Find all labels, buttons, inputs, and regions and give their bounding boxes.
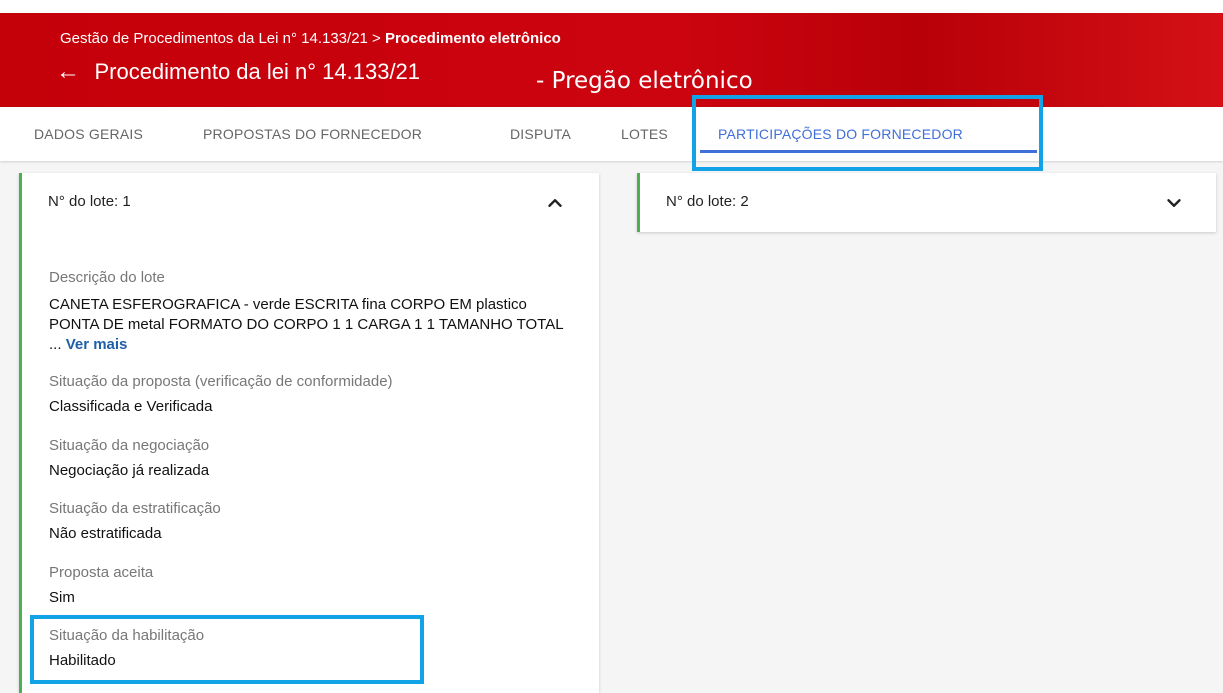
tab-dados-gerais[interactable]: DADOS GERAIS	[34, 107, 143, 161]
descricao-label: Descrição do lote	[49, 269, 165, 286]
app-header: Gestão de Procedimentos da Lei n° 14.133…	[0, 0, 1223, 107]
field-label: Proposta aceita	[49, 564, 154, 581]
field-label: Situação da estratificação	[49, 500, 221, 517]
field-value: Negociação já realizada	[49, 462, 210, 479]
ver-mais-link[interactable]: Ver mais	[66, 336, 128, 353]
page-title: Procedimento da lei n° 14.133/21	[94, 59, 421, 84]
title-row: ← Procedimento da lei n° 14.133/21	[56, 58, 420, 86]
field-label: Situação da negociação	[49, 437, 210, 454]
field-label: Situação da proposta (verificação de con…	[49, 373, 393, 390]
breadcrumb-path[interactable]: Gestão de Procedimentos da Lei n° 14.133…	[60, 30, 385, 47]
tab-propostas-do-fornecedor[interactable]: PROPOSTAS DO FORNECEDOR	[203, 107, 422, 161]
top-strip	[0, 0, 1223, 13]
lote-header[interactable]: N° do lote: 2	[666, 193, 749, 210]
lote-card-2[interactable]: N° do lote: 2	[637, 173, 1216, 232]
descricao-text: CANETA ESFEROGRAFICA - verde ESCRITA fin…	[49, 295, 579, 355]
tab-lotes[interactable]: LOTES	[621, 107, 668, 161]
back-arrow-icon[interactable]: ←	[56, 58, 90, 86]
tab-highlight-box	[692, 95, 1043, 171]
chevron-up-icon[interactable]	[544, 192, 566, 214]
chevron-down-icon[interactable]	[1163, 192, 1185, 214]
breadcrumb-current: Procedimento eletrônico	[384, 30, 561, 47]
lote-header[interactable]: N° do lote: 1	[48, 193, 131, 210]
field-value: Não estratificada	[49, 525, 162, 542]
field-value: Sim	[49, 589, 75, 606]
breadcrumb: Gestão de Procedimentos da Lei n° 14.133…	[60, 30, 561, 47]
tab-disputa[interactable]: DISPUTA	[510, 107, 571, 161]
habilitacao-highlight-box	[30, 615, 424, 684]
page-subtitle: - Pregão eletrônico	[536, 68, 753, 94]
field-value: Classificada e Verificada	[49, 398, 213, 415]
